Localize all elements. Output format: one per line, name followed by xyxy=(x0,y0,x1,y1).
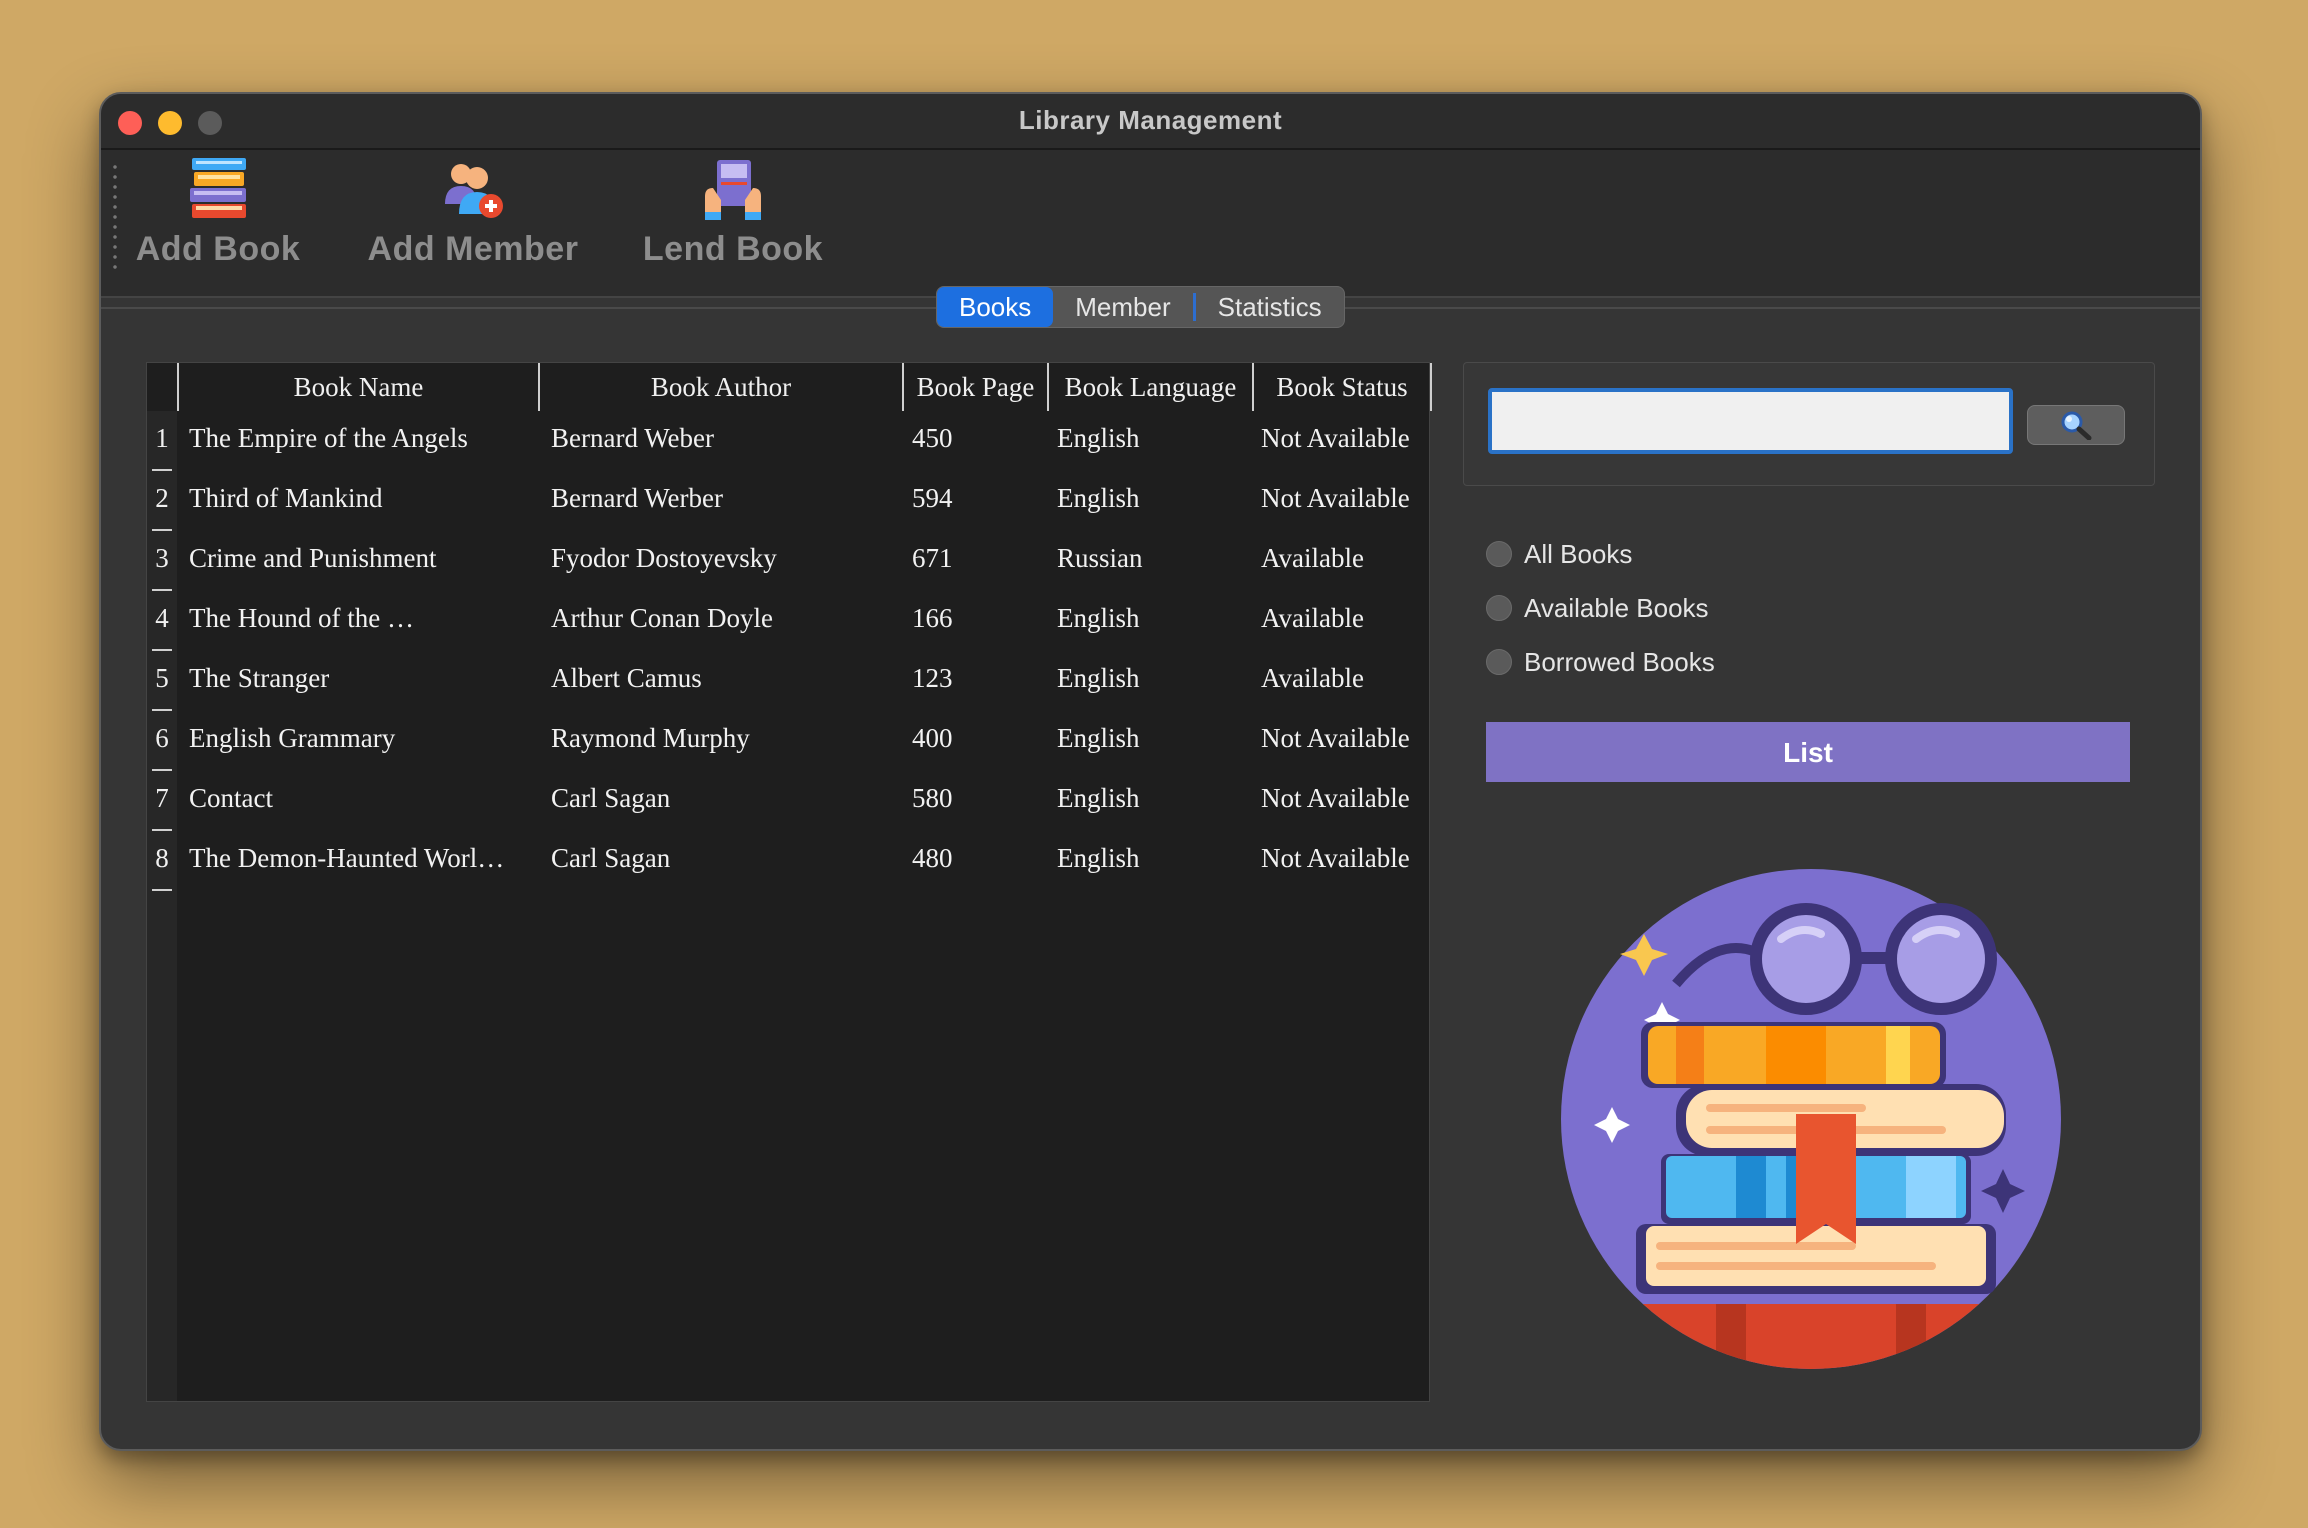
cell-book-page[interactable]: 166 xyxy=(912,591,1042,651)
books-table[interactable]: Book Name Book Author Book Page Book Lan… xyxy=(146,362,1432,1402)
radio-label: All Books xyxy=(1524,538,1633,569)
table-row[interactable]: 5 The Stranger Albert Camus 123 English … xyxy=(147,651,1429,711)
row-number: 3 xyxy=(147,531,177,591)
title-bar: Library Management xyxy=(101,94,2200,150)
row-number: 7 xyxy=(147,771,177,831)
cell-book-language[interactable]: English xyxy=(1057,651,1247,711)
cell-book-author[interactable]: Fyodor Dostoyevsky xyxy=(551,531,896,591)
window-title: Library Management xyxy=(1018,105,1283,135)
cell-book-name[interactable]: The Hound of the … xyxy=(189,591,534,651)
table-row[interactable]: 2 Third of Mankind Bernard Werber 594 En… xyxy=(147,471,1429,531)
app-window: Library Management Add Book Add Member L… xyxy=(99,92,2202,1451)
add-book-button[interactable]: Add Book xyxy=(136,150,300,296)
cell-book-author[interactable]: Albert Camus xyxy=(551,651,896,711)
cell-book-name[interactable]: The Empire of the Angels xyxy=(189,411,534,471)
lend-book-icon xyxy=(705,160,761,220)
cell-book-name[interactable]: The Demon-Haunted Worl… xyxy=(189,831,534,891)
radio-label: Borrowed Books xyxy=(1524,646,1715,677)
search-button[interactable] xyxy=(2027,405,2125,445)
cell-book-page[interactable]: 671 xyxy=(912,531,1042,591)
row-number: 5 xyxy=(147,651,177,711)
cell-book-status[interactable]: Not Available xyxy=(1261,411,1429,471)
cell-book-author[interactable]: Bernard Weber xyxy=(551,411,896,471)
cell-book-name[interactable]: Crime and Punishment xyxy=(189,531,534,591)
cell-book-page[interactable]: 123 xyxy=(912,651,1042,711)
row-number: 8 xyxy=(147,831,177,891)
table-row[interactable]: 1 The Empire of the Angels Bernard Weber… xyxy=(147,411,1429,471)
cell-book-page[interactable]: 580 xyxy=(912,771,1042,831)
radio-button[interactable] xyxy=(1486,541,1512,567)
radio-button[interactable] xyxy=(1486,649,1512,675)
cell-book-author[interactable]: Raymond Murphy xyxy=(551,711,896,771)
row-number: 4 xyxy=(147,591,177,651)
filter-all-books[interactable]: All Books xyxy=(1486,534,1632,574)
cell-book-author[interactable]: Arthur Conan Doyle xyxy=(551,591,896,651)
row-number: 1 xyxy=(147,411,177,471)
cell-book-status[interactable]: Not Available xyxy=(1261,471,1429,531)
cell-book-status[interactable]: Available xyxy=(1261,531,1429,591)
cell-book-language[interactable]: English xyxy=(1057,711,1247,771)
add-member-label: Add Member xyxy=(367,230,579,268)
table-row[interactable]: 7 Contact Carl Sagan 580 English Not Ava… xyxy=(147,771,1429,831)
search-input[interactable] xyxy=(1488,388,2013,454)
list-button[interactable]: List xyxy=(1486,722,2130,782)
add-user-icon xyxy=(445,164,503,218)
cell-book-status[interactable]: Not Available xyxy=(1261,711,1429,771)
cell-book-author[interactable]: Carl Sagan xyxy=(551,771,896,831)
cell-book-language[interactable]: English xyxy=(1057,771,1247,831)
filter-available-books[interactable]: Available Books xyxy=(1486,588,1709,628)
cell-book-status[interactable]: Not Available xyxy=(1261,771,1429,831)
filter-borrowed-books[interactable]: Borrowed Books xyxy=(1486,642,1715,682)
column-header-book-name[interactable]: Book Name xyxy=(177,363,540,411)
tab-member[interactable]: Member xyxy=(1053,287,1192,327)
cell-book-name[interactable]: The Stranger xyxy=(189,651,534,711)
search-icon xyxy=(2061,411,2092,440)
cell-book-status[interactable]: Available xyxy=(1261,651,1429,711)
toolbar-grip[interactable] xyxy=(113,162,117,274)
column-header-book-page[interactable]: Book Page xyxy=(904,363,1049,411)
radio-label: Available Books xyxy=(1524,592,1709,623)
toolbar: Add Book Add Member Lend Book xyxy=(101,150,2200,298)
column-header-book-language[interactable]: Book Language xyxy=(1049,363,1254,411)
tab-statistics[interactable]: Statistics xyxy=(1196,287,1344,327)
column-header-book-author[interactable]: Book Author xyxy=(540,363,904,411)
table-row[interactable]: 4 The Hound of the … Arthur Conan Doyle … xyxy=(147,591,1429,651)
cell-book-language[interactable]: English xyxy=(1057,471,1247,531)
cell-book-page[interactable]: 400 xyxy=(912,711,1042,771)
cell-book-language[interactable]: English xyxy=(1057,591,1247,651)
books-stack-icon xyxy=(190,158,246,218)
cell-book-author[interactable]: Bernard Werber xyxy=(551,471,896,531)
cell-book-name[interactable]: Third of Mankind xyxy=(189,471,534,531)
cell-book-page[interactable]: 480 xyxy=(912,831,1042,891)
table-header: Book Name Book Author Book Page Book Lan… xyxy=(147,363,1432,411)
cell-book-language[interactable]: English xyxy=(1057,411,1247,471)
table-row[interactable]: 8 The Demon-Haunted Worl… Carl Sagan 480… xyxy=(147,831,1429,891)
table-row[interactable]: 3 Crime and Punishment Fyodor Dostoyevsk… xyxy=(147,531,1429,591)
cell-book-status[interactable]: Not Available xyxy=(1261,831,1429,891)
radio-button[interactable] xyxy=(1486,595,1512,621)
cell-book-language[interactable]: Russian xyxy=(1057,531,1247,591)
cell-book-author[interactable]: Carl Sagan xyxy=(551,831,896,891)
column-header-book-status[interactable]: Book Status xyxy=(1254,363,1432,411)
books-illustration xyxy=(1561,869,2061,1369)
table-row[interactable]: 6 English Grammary Raymond Murphy 400 En… xyxy=(147,711,1429,771)
add-book-label: Add Book xyxy=(135,230,301,268)
lend-book-label: Lend Book xyxy=(642,230,824,268)
lend-book-button[interactable]: Lend Book xyxy=(633,150,833,296)
row-number: 2 xyxy=(147,471,177,531)
tab-bar: Books Member Statistics xyxy=(936,286,1345,328)
cell-book-status[interactable]: Available xyxy=(1261,591,1429,651)
cell-book-language[interactable]: English xyxy=(1057,831,1247,891)
cell-book-name[interactable]: Contact xyxy=(189,771,534,831)
cell-book-name[interactable]: English Grammary xyxy=(189,711,534,771)
search-panel xyxy=(1463,362,2155,486)
add-member-button[interactable]: Add Member xyxy=(358,150,588,296)
cell-book-page[interactable]: 594 xyxy=(912,471,1042,531)
cell-book-page[interactable]: 450 xyxy=(912,411,1042,471)
row-number: 6 xyxy=(147,711,177,771)
tab-books[interactable]: Books xyxy=(937,287,1054,327)
